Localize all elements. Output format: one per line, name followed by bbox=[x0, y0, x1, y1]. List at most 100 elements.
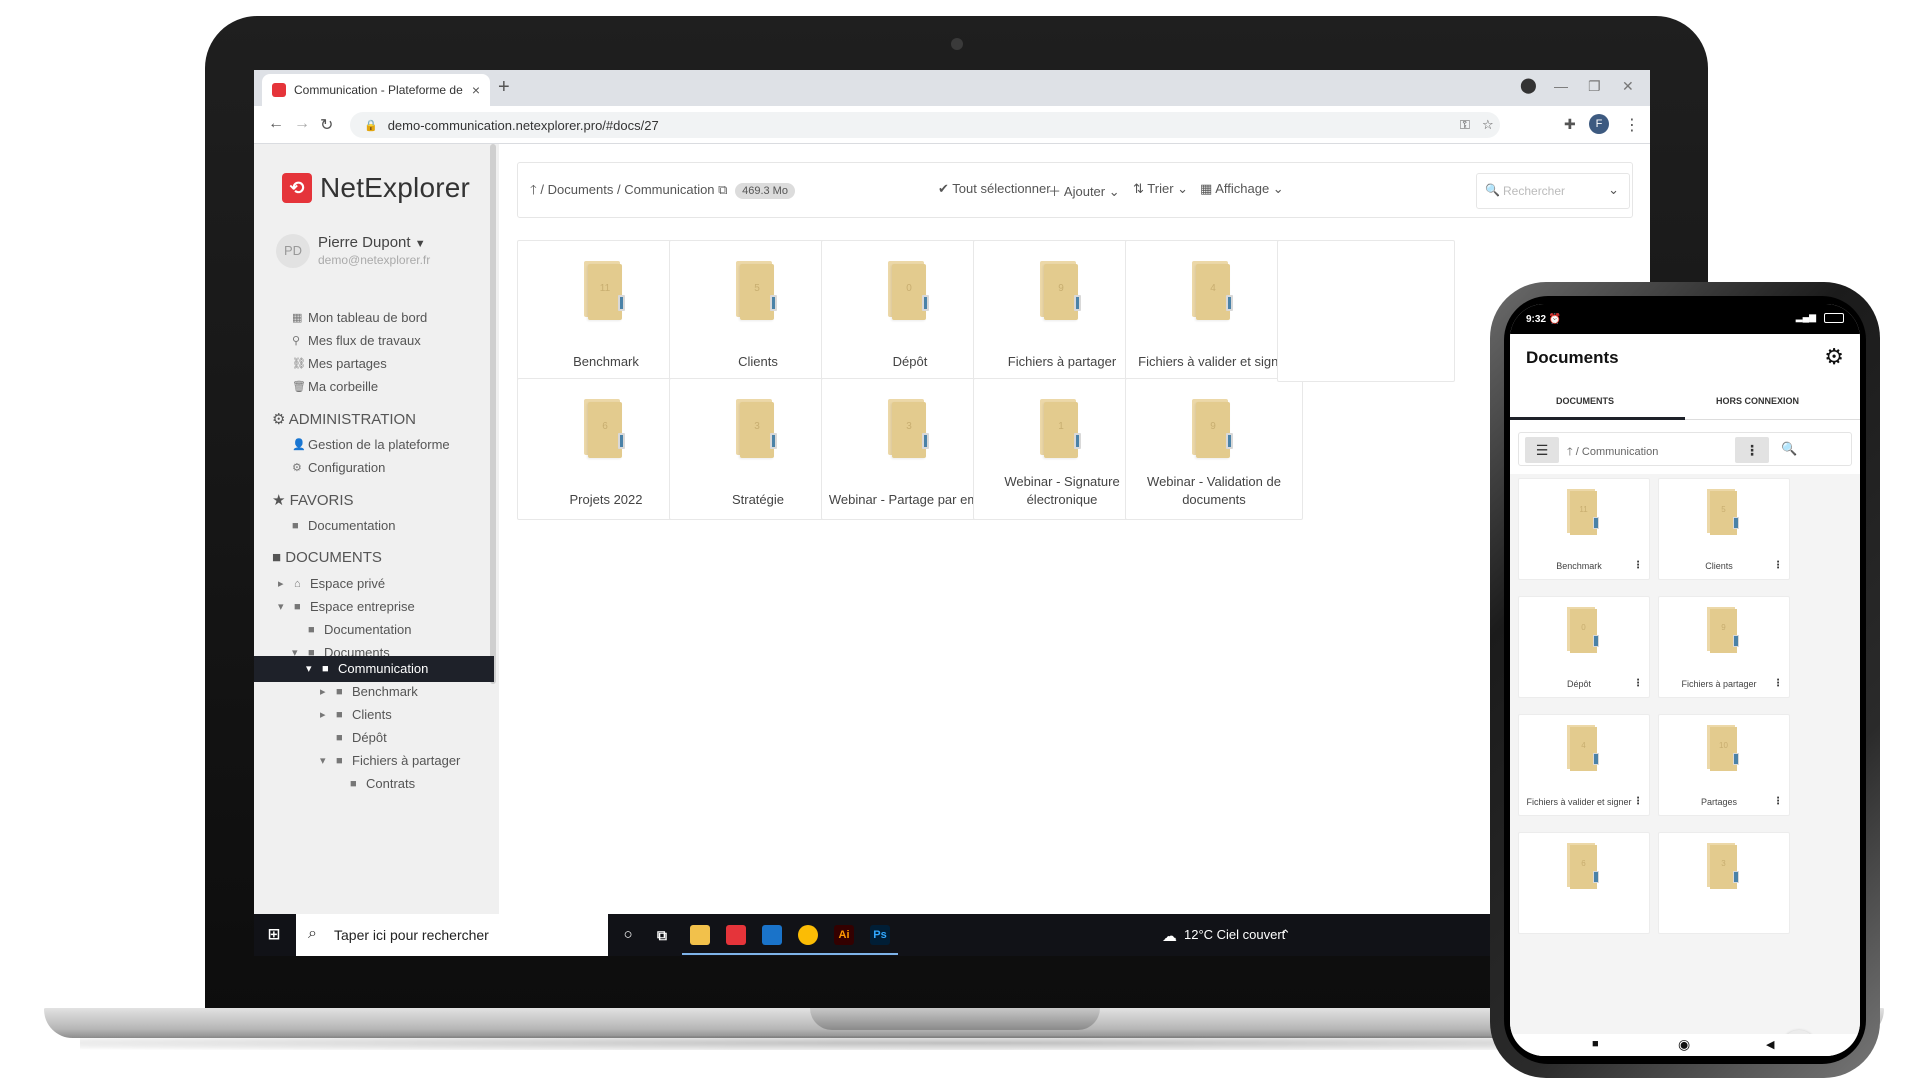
tree-item-contrats[interactable]: ■ Contrats bbox=[350, 776, 415, 791]
weather-text[interactable]: 12°C Ciel couvert bbox=[1184, 927, 1285, 942]
breadcrumb-documents[interactable]: / Documents bbox=[540, 182, 613, 197]
logo-text: NetExplorer bbox=[320, 172, 471, 203]
bookmark-star-icon[interactable]: ☆ bbox=[1482, 117, 1494, 133]
outlook-icon[interactable] bbox=[762, 925, 782, 945]
reload-icon[interactable]: ↻ bbox=[320, 115, 333, 135]
select-all-button[interactable]: ✔ Tout sélectionner bbox=[938, 181, 1051, 197]
chevron-up-icon[interactable]: ⌃ bbox=[1280, 927, 1291, 943]
more-options-icon[interactable]: ⋮ bbox=[1735, 437, 1769, 463]
logo-mark-icon: ⟲ bbox=[282, 173, 312, 203]
tree-item-fichiers-a-partager[interactable]: ▾ ■ Fichiers à partager bbox=[320, 753, 460, 768]
minimize-icon[interactable]: — bbox=[1554, 78, 1568, 94]
tree-item-depot[interactable]: ■ Dépôt bbox=[336, 730, 387, 745]
folder-icon: ■ bbox=[336, 731, 343, 744]
workflow-icon: ⚲ bbox=[292, 335, 301, 347]
back-icon[interactable]: ← bbox=[268, 115, 284, 133]
phone-folder-card[interactable]: 10 Partages ⋮ bbox=[1658, 714, 1790, 816]
folder-name: Partages bbox=[1700, 797, 1738, 807]
tree-item-label: Dépôt bbox=[352, 730, 387, 745]
sidebar-item-workflows[interactable]: ⚲ Mes flux de travaux bbox=[292, 333, 421, 348]
netexplorer-app-icon[interactable] bbox=[726, 925, 746, 945]
tab-close-icon[interactable]: × bbox=[472, 82, 480, 98]
key-icon[interactable]: ⚿ bbox=[1460, 117, 1470, 133]
windows-start-icon[interactable]: ⊞ bbox=[264, 925, 284, 945]
browser-tab[interactable]: Communication - Plateforme de × bbox=[262, 74, 490, 106]
search-input[interactable]: 🔍 Rechercher ⌄ bbox=[1476, 173, 1630, 209]
arrow-up-icon[interactable]: 🡑 bbox=[530, 182, 537, 197]
sidebar-item-shares[interactable]: ⛓ Mes partages bbox=[292, 356, 387, 371]
chrome-icon[interactable] bbox=[798, 925, 818, 945]
tree-item-communication[interactable]: ▾ ■ Communication bbox=[306, 661, 428, 676]
phone-folder-card[interactable]: 5 Clients ⋮ bbox=[1658, 478, 1790, 580]
chevron-down-icon[interactable]: ⌄ bbox=[1608, 182, 1619, 198]
sidebar-item-label: Configuration bbox=[308, 460, 386, 475]
profile-avatar[interactable]: F bbox=[1589, 114, 1609, 134]
restore-icon[interactable]: ❐ bbox=[1588, 78, 1601, 95]
gear-icon[interactable]: ⚙ bbox=[1824, 344, 1844, 370]
more-options-icon[interactable]: ⋮ bbox=[1633, 678, 1643, 689]
folder-name: Benchmark bbox=[1556, 561, 1602, 571]
folder-icon: ■ bbox=[350, 777, 357, 790]
new-tab-button[interactable]: + bbox=[498, 76, 510, 99]
browser-menu-icon[interactable]: ⋮ bbox=[1624, 115, 1640, 135]
copy-icon[interactable]: ⧉ bbox=[718, 182, 727, 197]
folder-icon: 5 bbox=[736, 261, 777, 320]
phone-folder-card[interactable]: 9 Fichiers à partager ⋮ bbox=[1658, 596, 1790, 698]
sidebar-item-platform[interactable]: 👤 Gestion de la plateforme bbox=[292, 437, 450, 452]
phone-folder-card[interactable]: 4 Fichiers à valider et signer ⋮ bbox=[1518, 714, 1650, 816]
folder-card[interactable]: 9 Webinar - Validation de documents bbox=[1125, 378, 1303, 520]
tab-offline[interactable]: HORS CONNEXION bbox=[1716, 396, 1799, 406]
folder-item-count: 9 bbox=[1721, 623, 1726, 632]
tree-item-clients[interactable]: ▸ ■ Clients bbox=[320, 707, 392, 722]
tab-documents[interactable]: DOCUMENTS bbox=[1556, 396, 1614, 406]
folder-icon: 9 bbox=[1040, 261, 1081, 320]
tree-item-espace-prive[interactable]: ▸ ⌂ Espace privé bbox=[278, 576, 385, 591]
extensions-icon[interactable]: ✚ bbox=[1564, 116, 1576, 133]
sort-button[interactable]: ⇅ Trier ⌄ bbox=[1133, 181, 1188, 197]
folder-card-partial[interactable] bbox=[1277, 240, 1455, 382]
address-bar[interactable]: 🔒 demo-communication.netexplorer.pro/#do… bbox=[350, 112, 1500, 138]
tree-item-benchmark[interactable]: ▸ ■ Benchmark bbox=[320, 684, 418, 699]
sidebar-item-dashboard[interactable]: ▦ Mon tableau de bord bbox=[292, 310, 427, 325]
more-options-icon[interactable]: ⋮ bbox=[1633, 796, 1643, 807]
tree-item-espace-entreprise[interactable]: ▾ ■ Espace entreprise bbox=[278, 599, 415, 614]
hamburger-menu-icon[interactable]: ☰ bbox=[1525, 437, 1559, 463]
more-options-icon[interactable]: ⋮ bbox=[1773, 560, 1783, 571]
phone-folder-card[interactable]: 6 bbox=[1518, 832, 1650, 934]
phone-folder-card[interactable]: 3 bbox=[1658, 832, 1790, 934]
more-options-icon[interactable]: ⋮ bbox=[1773, 678, 1783, 689]
phone-folder-card[interactable]: 11 Benchmark ⋮ bbox=[1518, 478, 1650, 580]
folder-icon: 6 bbox=[1567, 843, 1599, 889]
task-view-icon[interactable]: ⧉ bbox=[652, 925, 672, 945]
sidebar-scrollbar[interactable] bbox=[490, 144, 496, 684]
view-button[interactable]: ▦ Affichage ⌄ bbox=[1200, 181, 1284, 197]
folder-item-count: 6 bbox=[602, 421, 608, 432]
sidebar-item-configuration[interactable]: ⚙ Configuration bbox=[292, 460, 385, 475]
recent-apps-icon[interactable]: ■ bbox=[1592, 1038, 1599, 1050]
user-menu[interactable]: PD Pierre Dupont ▼ demo@netexplorer.fr bbox=[276, 234, 430, 268]
search-icon[interactable]: 🔍 bbox=[1781, 441, 1797, 457]
back-button-icon[interactable]: ◀ bbox=[1766, 1038, 1774, 1051]
more-options-icon[interactable]: ⋮ bbox=[1773, 796, 1783, 807]
active-app-underline bbox=[754, 953, 790, 955]
phone-folder-card[interactable]: 0 Dépôt ⋮ bbox=[1518, 596, 1650, 698]
cortana-icon[interactable]: ○ bbox=[618, 925, 638, 945]
more-options-icon[interactable]: ⋮ bbox=[1633, 560, 1643, 571]
home-button-icon[interactable]: ◉ bbox=[1678, 1036, 1690, 1053]
taskbar-search-input[interactable]: ⌕ Taper ici pour rechercher bbox=[296, 914, 608, 956]
add-button[interactable]: ＋ Ajouter ⌄ bbox=[1048, 181, 1120, 200]
sidebar-item-favorite-documentation[interactable]: ■ Documentation bbox=[292, 518, 395, 533]
gear-icon: ⚙ bbox=[272, 411, 286, 428]
folder-name: Dépôt bbox=[1566, 679, 1592, 689]
photoshop-icon[interactable]: Ps bbox=[870, 925, 890, 945]
window-close-icon[interactable]: ✕ bbox=[1622, 78, 1634, 95]
tree-item-documentation[interactable]: ■ Documentation bbox=[308, 622, 411, 637]
file-explorer-icon[interactable] bbox=[690, 925, 710, 945]
forward-icon[interactable]: → bbox=[294, 115, 310, 133]
breadcrumb-communication[interactable]: / Communication bbox=[617, 182, 715, 197]
app-logo[interactable]: ⟲ NetExplorer bbox=[282, 172, 470, 204]
sidebar-item-trash[interactable]: 🗑 Ma corbeille bbox=[292, 379, 378, 394]
illustrator-icon[interactable]: Ai bbox=[834, 925, 854, 945]
phone-breadcrumb[interactable]: 🡑 / Communication bbox=[1567, 443, 1658, 462]
profile-menu-icon[interactable]: ⬤ bbox=[1520, 76, 1537, 94]
